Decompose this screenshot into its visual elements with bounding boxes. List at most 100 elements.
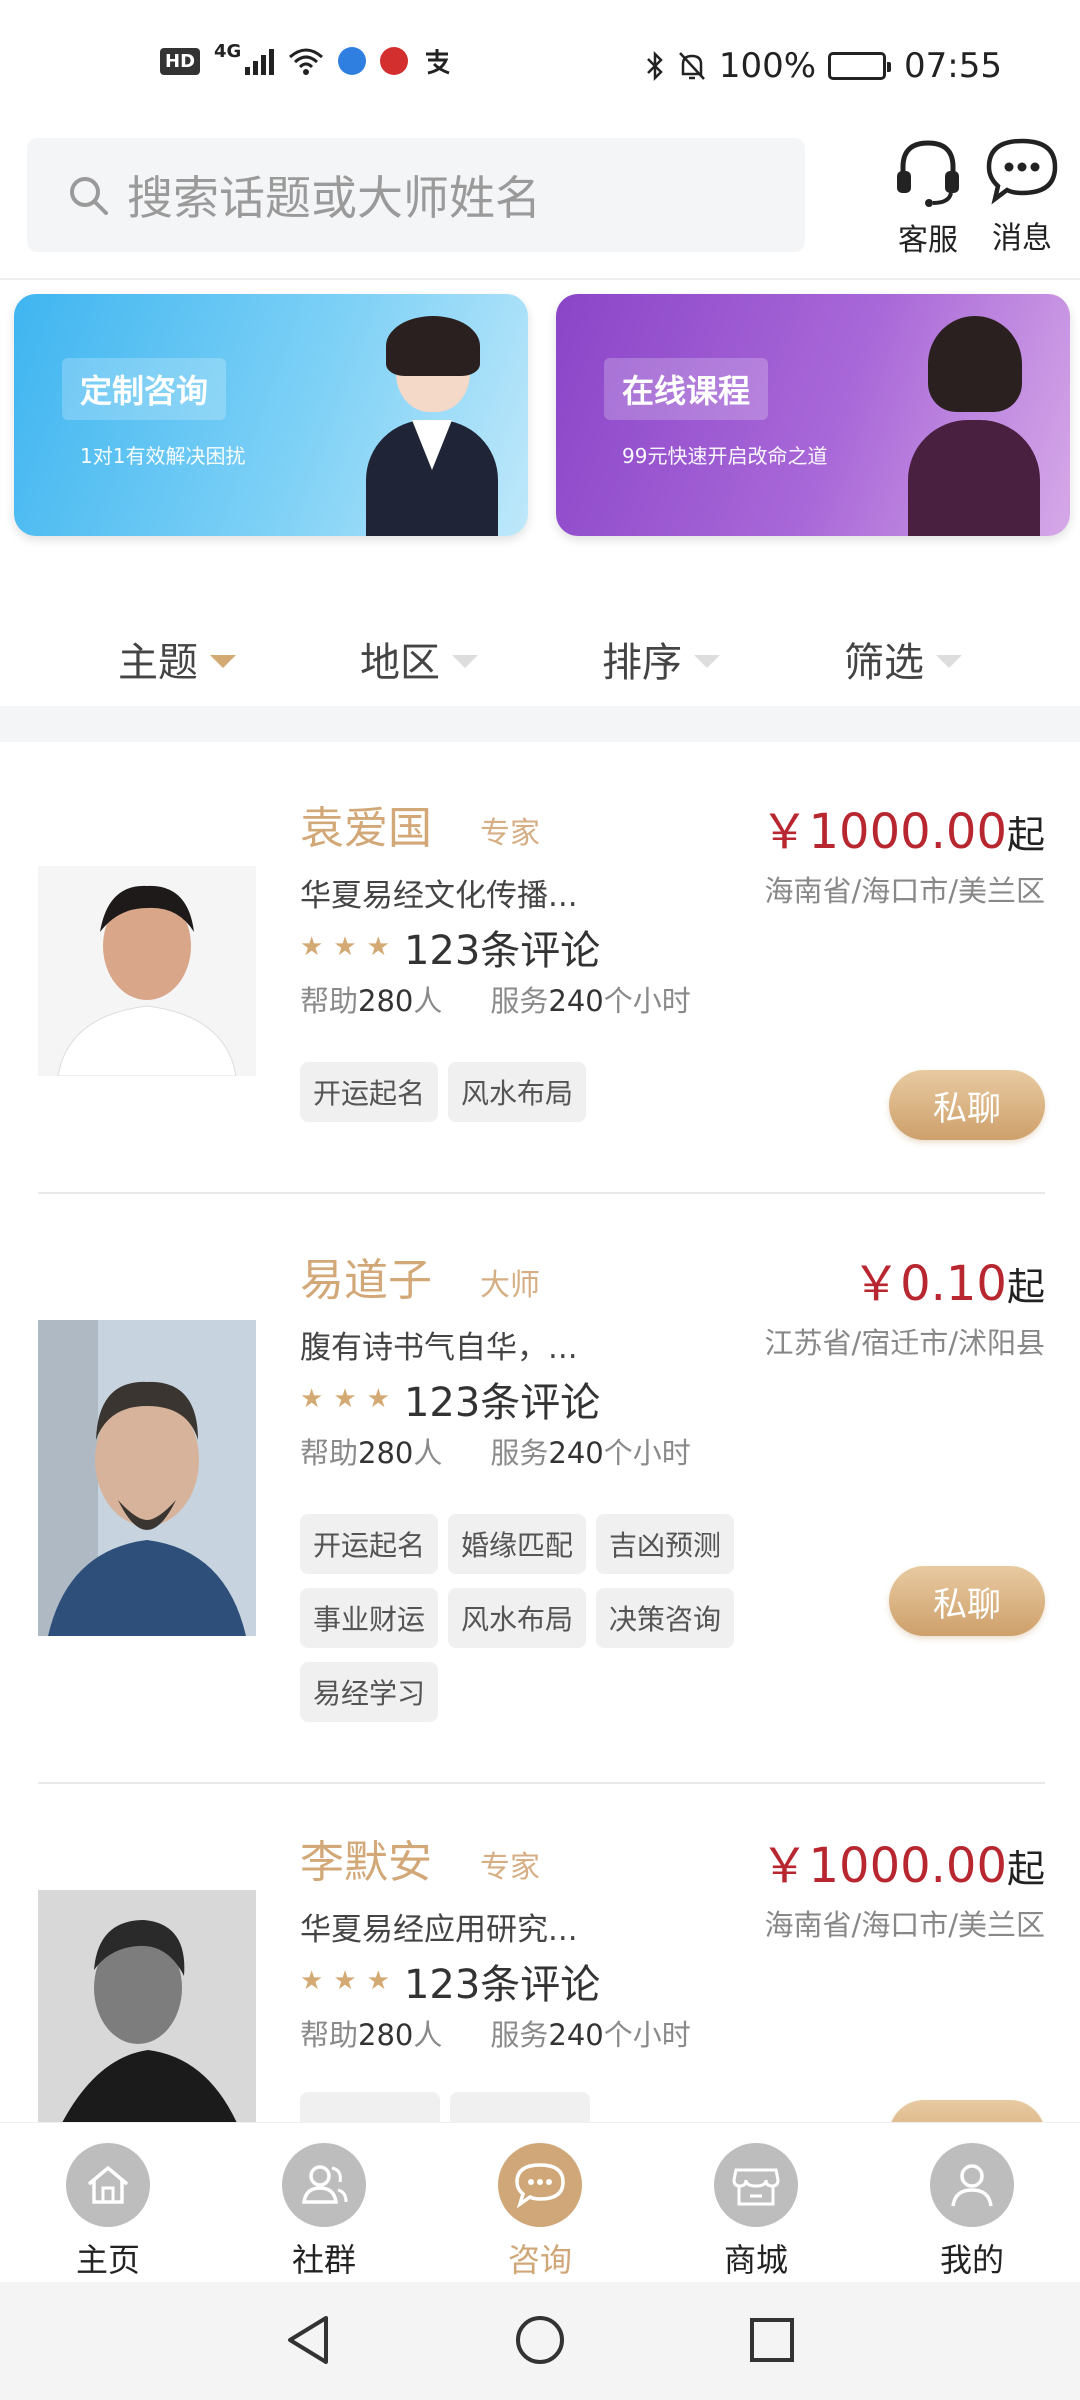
tab-label: 主页: [75, 2241, 140, 2279]
tag-chip[interactable]: 风水布局: [448, 1588, 587, 1648]
tag-chip[interactable]: 决策咨询: [596, 1588, 735, 1648]
signal-icon: [245, 47, 275, 75]
location: 海南省/海口市/美兰区: [764, 1908, 1045, 1942]
filter-screen[interactable]: 筛选: [782, 600, 1024, 718]
review-count[interactable]: 123条评论: [404, 918, 600, 976]
service-stat: 服务240个小时: [490, 1436, 691, 1470]
system-navigation-bar: [0, 2282, 1080, 2400]
master-name: 袁爱国: [300, 803, 432, 854]
tag-chip[interactable]: 事业财运: [300, 1588, 439, 1648]
filter-label: 筛选: [844, 640, 924, 686]
browser-icon: [338, 47, 367, 75]
hd-icon: HD: [160, 47, 201, 75]
star-icon: ★: [300, 1966, 324, 1996]
banner-custom-consult[interactable]: 定制咨询 1对1有效解决困扰: [14, 294, 528, 536]
back-icon[interactable]: [282, 2312, 338, 2368]
star-icon: ★: [300, 932, 324, 962]
filter-sort[interactable]: 排序: [540, 600, 782, 718]
master-description: 华夏易经应用研究...: [300, 1912, 578, 1948]
master-card[interactable]: 李默安 专家 ￥1000.00起 海南省/海口市/美兰区 华夏易经应用研究...…: [38, 1784, 1045, 2122]
battery-percent: 100%: [718, 46, 817, 86]
tag-chip[interactable]: 婚缘匹配: [448, 1514, 587, 1574]
review-count[interactable]: 123条评论: [404, 1952, 600, 2010]
private-chat-button[interactable]: 私聊: [889, 1070, 1045, 1140]
customer-service-button[interactable]: 客服: [878, 135, 978, 259]
price: ￥0.10起: [852, 1244, 1045, 1314]
help-stat: 帮助280人: [300, 1436, 443, 1470]
search-placeholder: 搜索话题或大师姓名: [127, 171, 541, 225]
master-card[interactable]: 易道子 大师 ￥0.10起 江苏省/宿迁市/沭阳县 腹有诗书气自华，... ★ ★…: [38, 1194, 1045, 1784]
tag-chip[interactable]: 风水布局: [448, 1062, 587, 1122]
tag-chip[interactable]: 吉凶预测: [596, 1514, 735, 1574]
filter-region[interactable]: 地区: [298, 600, 540, 718]
review-count[interactable]: 123条评论: [404, 1370, 600, 1428]
bottom-tab-bar: 主页 社群 咨询 商城 我的: [0, 2122, 1080, 2282]
private-chat-button[interactable]: 私聊: [889, 1566, 1045, 1636]
search-input[interactable]: 搜索话题或大师姓名: [27, 138, 805, 252]
tab-consult[interactable]: 咨询: [432, 2123, 648, 2282]
price-suffix: 起: [1006, 813, 1045, 857]
tab-label: 商城: [723, 2241, 788, 2279]
banner-title: 在线课程: [604, 358, 769, 420]
tab-shop[interactable]: 商城: [648, 2123, 864, 2282]
master-rank-badge: 专家: [480, 1850, 540, 1885]
price-value: ￥1000.00: [760, 804, 1007, 860]
tag-chip[interactable]: [300, 2092, 440, 2122]
avatar: [38, 1890, 256, 2122]
chat-bubble-icon: [986, 138, 1058, 205]
tab-profile[interactable]: 我的: [864, 2123, 1080, 2282]
home-circle-icon[interactable]: [512, 2312, 568, 2368]
help-stat: 帮助280人: [300, 984, 443, 1018]
star-icon: ★: [300, 1384, 324, 1414]
stats: 帮助280人 服务240个小时: [300, 978, 691, 1020]
banner-person-image: [898, 316, 1048, 536]
star-icon: ★: [333, 1384, 357, 1414]
tag-chip[interactable]: 开运起名: [300, 1514, 439, 1574]
customer-service-label: 客服: [898, 223, 958, 258]
message-label: 消息: [992, 221, 1052, 256]
community-icon: [282, 2143, 366, 2227]
tab-label: 社群: [291, 2241, 356, 2279]
consult-icon: [498, 2143, 582, 2227]
tag-chip[interactable]: 开运起名: [300, 1062, 439, 1122]
star-icon: ★: [333, 1966, 357, 1996]
tag-chip[interactable]: [450, 2092, 590, 2122]
master-rank-badge: 专家: [480, 816, 540, 851]
message-button[interactable]: 消息: [972, 135, 1072, 257]
star-icon: ★: [366, 1384, 390, 1414]
master-rank-badge: 大师: [480, 1268, 540, 1303]
metro-icon: [380, 47, 409, 75]
price: ￥1000.00起: [760, 792, 1045, 862]
banner-subtitle: 99元快速开启改命之道: [622, 444, 828, 468]
tag-chip[interactable]: 易经学习: [300, 1662, 439, 1722]
master-description: 华夏易经文化传播...: [300, 878, 578, 914]
mute-icon: [678, 52, 705, 80]
tab-home[interactable]: 主页: [0, 2123, 216, 2282]
shop-icon: [714, 2143, 798, 2227]
filter-label: 地区: [360, 640, 440, 686]
banner-person-image: [356, 316, 506, 536]
master-name: 易道子: [300, 1255, 432, 1306]
help-stat: 帮助280人: [300, 2018, 443, 2052]
tab-community[interactable]: 社群: [216, 2123, 432, 2282]
home-icon: [66, 2143, 150, 2227]
price: ￥1000.00起: [760, 1826, 1045, 1896]
rating-stars: ★ ★ ★ 123条评论: [300, 1370, 600, 1428]
status-left: HD 4G: [160, 41, 452, 76]
filter-topic[interactable]: 主题: [56, 600, 298, 718]
bluetooth-icon: [646, 50, 663, 82]
recents-icon[interactable]: [744, 2312, 800, 2368]
service-stat: 服务240个小时: [490, 984, 691, 1018]
tab-label: 咨询: [507, 2241, 572, 2279]
master-list: 袁爱国 专家 ￥1000.00起 海南省/海口市/美兰区 华夏易经文化传播...…: [0, 742, 1080, 2122]
private-chat-button[interactable]: [889, 2100, 1045, 2122]
star-icon: ★: [366, 932, 390, 962]
star-icon: ★: [366, 1966, 390, 1996]
stats: 帮助280人 服务240个小时: [300, 1430, 691, 1472]
clock: 07:55: [904, 46, 1002, 86]
banner-online-course[interactable]: 在线课程 99元快速开启改命之道: [556, 294, 1070, 536]
rating-stars: ★ ★ ★ 123条评论: [300, 918, 600, 976]
master-card[interactable]: 袁爱国 专家 ￥1000.00起 海南省/海口市/美兰区 华夏易经文化传播...…: [38, 742, 1045, 1194]
tab-label: 我的: [939, 2241, 1004, 2279]
chevron-down-icon: [694, 654, 720, 668]
